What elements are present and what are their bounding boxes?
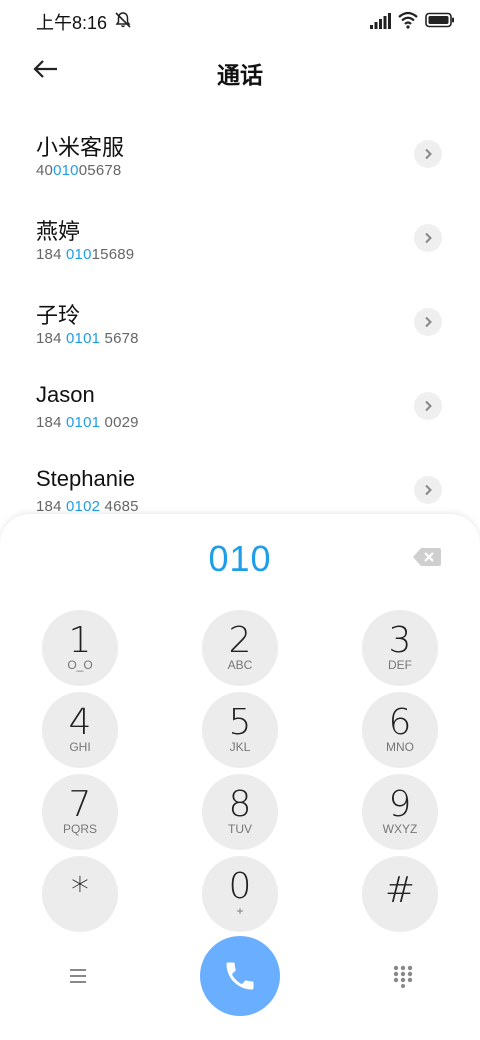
battery-icon	[425, 12, 454, 28]
key-letters: ABC	[227, 658, 253, 672]
number-prefix: 184	[36, 498, 66, 515]
signal-icon	[370, 13, 391, 29]
contact-detail-button[interactable]	[414, 140, 442, 168]
call-button[interactable]	[200, 936, 280, 1016]
dial-key-8[interactable]: 8 TUV	[202, 774, 278, 850]
key-digit: 3	[388, 620, 412, 661]
number-prefix: 40	[36, 162, 54, 179]
key-digit: 8	[228, 784, 252, 825]
dial-key-1[interactable]: 1 O_O	[42, 610, 118, 686]
contact-detail-button[interactable]	[414, 308, 442, 336]
key-digit: #	[384, 870, 416, 911]
dial-key-3[interactable]: 3 DEF	[362, 610, 438, 686]
number-prefix: 184	[36, 246, 66, 263]
number-suffix: 05678	[78, 162, 122, 179]
number-match: 0101	[66, 330, 101, 347]
number-suffix: 4685	[100, 498, 139, 515]
contact-number: 184 0101 5678	[36, 330, 139, 347]
number-match: 010	[66, 246, 92, 263]
contact-name: Stephanie	[36, 466, 136, 491]
dialed-number[interactable]: 010	[0, 538, 480, 580]
contact-number: 184 0101 0029	[36, 414, 139, 431]
dial-key-0[interactable]: 0 +	[202, 856, 278, 932]
key-digit: 0	[228, 866, 252, 907]
wifi-icon	[398, 11, 418, 29]
key-digit: 9	[388, 784, 412, 825]
status-time: 上午8:16	[36, 13, 108, 33]
dial-key-2[interactable]: 2 ABC	[202, 610, 278, 686]
number-suffix: 15689	[91, 246, 135, 263]
chevron-right-icon	[425, 232, 432, 244]
number-suffix: 5678	[100, 330, 139, 347]
key-letters: DEF	[388, 658, 412, 672]
contact-detail-button[interactable]	[414, 392, 442, 420]
dial-key-7[interactable]: 7 PQRS	[42, 774, 118, 850]
contact-name: Jason	[36, 382, 95, 407]
bell-muted-icon	[115, 12, 131, 28]
chevron-right-icon	[425, 484, 432, 496]
chevron-right-icon	[425, 316, 432, 328]
chevron-right-icon	[425, 148, 432, 160]
key-digit: *	[71, 870, 89, 911]
contact-row[interactable]: 子玲 184 0101 5678	[0, 286, 480, 370]
contact-row[interactable]: 小米客服 4001005678	[0, 118, 480, 202]
contact-name: 子玲	[36, 303, 81, 328]
dial-key-5[interactable]: 5 JKL	[202, 692, 278, 768]
dial-key-star[interactable]: *	[42, 856, 118, 932]
key-letters: JKL	[229, 740, 251, 754]
menu-icon[interactable]	[66, 966, 90, 986]
key-digit: 4	[68, 702, 92, 743]
key-digit: 2	[228, 620, 252, 661]
key-letters: +	[236, 904, 244, 918]
key-digit: 5	[228, 702, 252, 743]
contact-number: 184 0102 4685	[36, 498, 139, 515]
key-letters: O_O	[67, 658, 93, 672]
key-letters: GHI	[69, 740, 91, 754]
key-digit: 6	[388, 702, 412, 743]
key-digit: 7	[68, 784, 92, 825]
dial-key-hash[interactable]: #	[362, 856, 438, 932]
contact-row[interactable]: Jason 184 0101 0029	[0, 370, 480, 454]
contact-number: 4001005678	[36, 162, 121, 179]
key-letters: TUV	[228, 822, 252, 836]
contact-name: 燕婷	[36, 219, 81, 244]
contact-name: 小米客服	[36, 135, 125, 160]
dial-key-6[interactable]: 6 MNO	[362, 692, 438, 768]
contact-number: 184 01015689	[36, 246, 134, 263]
backspace-icon[interactable]	[412, 546, 442, 568]
key-letters: WXYZ	[382, 822, 418, 836]
dialpad-panel: 010 1 O_O 2 ABC 3 DEF 4 GHI 5 JKL 6 MNO …	[0, 514, 480, 1040]
page-title: 通话	[217, 62, 263, 88]
number-prefix: 184	[36, 330, 66, 347]
key-letters: MNO	[386, 740, 414, 754]
chevron-right-icon	[425, 400, 432, 412]
status-bar: 上午8:16	[0, 0, 480, 40]
number-match: 0102	[66, 498, 101, 515]
dial-key-9[interactable]: 9 WXYZ	[362, 774, 438, 850]
contact-detail-button[interactable]	[414, 476, 442, 504]
key-digit: 1	[68, 620, 92, 661]
number-match: 0101	[66, 414, 101, 431]
number-prefix: 184	[36, 414, 66, 431]
number-match: 010	[53, 162, 79, 179]
key-letters: PQRS	[62, 822, 97, 836]
phone-icon	[226, 962, 254, 990]
dialpad-grid-icon[interactable]	[392, 964, 414, 988]
dial-key-4[interactable]: 4 GHI	[42, 692, 118, 768]
contact-detail-button[interactable]	[414, 224, 442, 252]
number-suffix: 0029	[100, 414, 139, 431]
contact-row[interactable]: 燕婷 184 01015689	[0, 202, 480, 286]
